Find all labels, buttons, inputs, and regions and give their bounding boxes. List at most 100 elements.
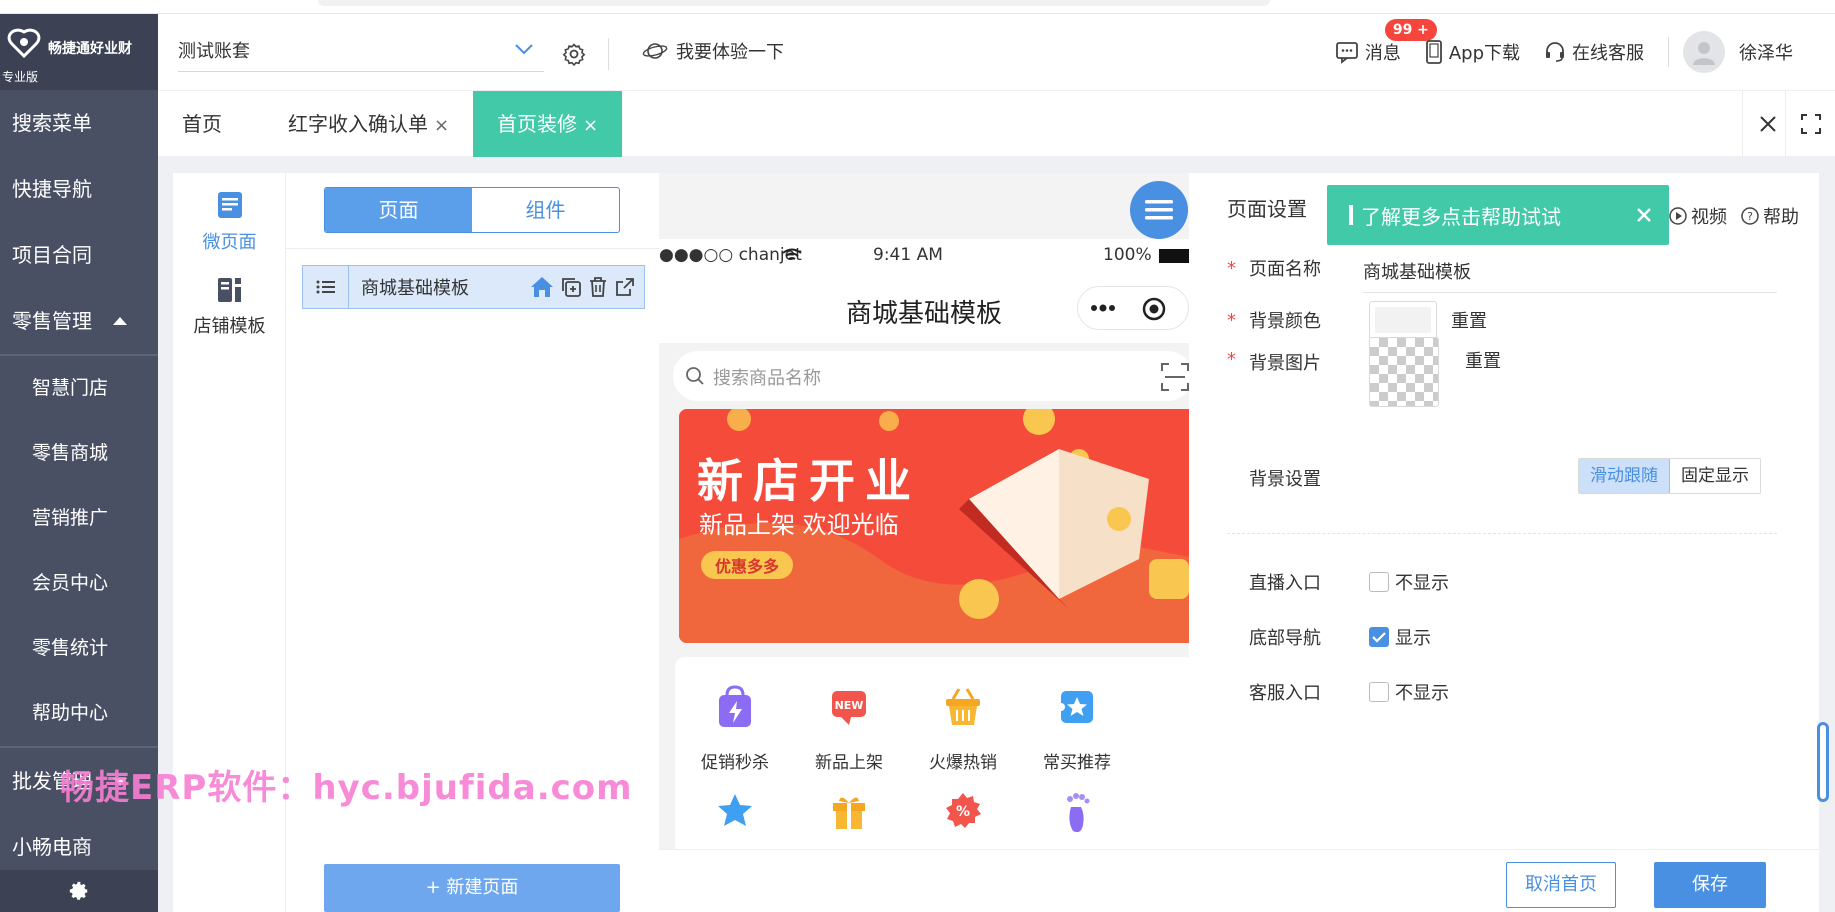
sidebar-item-label: 营销推广 <box>32 507 109 529</box>
tab-home[interactable]: 首页 <box>158 91 246 157</box>
help-links: 视频 ? 帮助 <box>1669 203 1799 229</box>
sidebar-item-search-menu[interactable]: 搜索菜单 <box>0 90 158 156</box>
mini-program-capsule[interactable] <box>1077 286 1189 330</box>
sidebar-item-smart-store[interactable]: 智慧门店 <box>0 356 158 421</box>
battery-icon <box>1159 249 1189 263</box>
icon-new-arrival[interactable]: NEW 新品上架 <box>789 685 909 773</box>
close-circle-icon <box>1142 297 1166 321</box>
fullscreen-button[interactable] <box>1785 91 1835 157</box>
app-download-link[interactable]: App下载 <box>1425 39 1520 65</box>
tab-home-decoration[interactable]: 首页装修 × <box>473 91 623 157</box>
icon-recommend[interactable]: 常买推荐 <box>1017 685 1137 773</box>
sidebar-item-help[interactable]: 帮助中心 <box>0 681 158 746</box>
address-bar <box>318 0 1270 6</box>
help-icon: ? <box>1741 207 1759 225</box>
logo[interactable]: 畅捷通好业财 专业版 <box>0 14 158 90</box>
icon-gift[interactable] <box>789 791 909 836</box>
icon-label: 促销秒杀 <box>701 753 769 773</box>
close-icon[interactable]: × <box>583 115 598 136</box>
user-name[interactable]: 徐泽华 <box>1739 39 1793 65</box>
scrollbar-thumb[interactable] <box>1817 722 1829 802</box>
save-button[interactable]: 保存 <box>1654 862 1766 908</box>
image-upload[interactable] <box>1369 337 1439 407</box>
help-toast: 了解更多点击帮助试试 <box>1327 185 1669 245</box>
icon-hot-sale[interactable]: 火爆热销 <box>903 685 1023 773</box>
type-shop-template[interactable]: 店铺模板 <box>173 277 286 338</box>
sidebar-item-label: 搜索菜单 <box>12 111 92 135</box>
tab-red-income[interactable]: 红字收入确认单 × <box>264 91 473 157</box>
cancel-home-button[interactable]: 取消首页 <box>1506 862 1616 908</box>
type-micro-page[interactable]: 微页面 <box>173 191 286 254</box>
icon-star[interactable] <box>675 791 795 836</box>
sidebar-item-retail-stats[interactable]: 零售统计 <box>0 616 158 681</box>
sidebar-item-label: 零售管理 <box>12 309 92 333</box>
home-icon[interactable] <box>530 276 554 298</box>
gear-icon[interactable] <box>562 42 586 66</box>
chevron-down-icon <box>515 44 533 55</box>
bg-follow-option[interactable]: 滑动跟随 <box>1579 459 1670 493</box>
form-label: 背景设置 <box>1249 469 1321 490</box>
page-settings-panel: 页面设置 了解更多点击帮助试试 视频 ? 帮助 * 页面名称 商城基础模板 * … <box>1189 173 1819 849</box>
divider <box>1668 37 1669 67</box>
bg-fixed-option[interactable]: 固定显示 <box>1670 459 1760 493</box>
search-bar[interactable]: 搜索商品名称 <box>673 351 1189 401</box>
live-entry-checkbox[interactable] <box>1369 572 1389 592</box>
sidebar-item-quick-nav[interactable]: 快捷导航 <box>0 156 158 222</box>
icon-flash-sale[interactable]: 促销秒杀 <box>675 685 795 773</box>
sidebar-settings-button[interactable] <box>0 870 158 912</box>
phone-icon <box>1425 40 1442 64</box>
menu-icon <box>1145 200 1173 220</box>
copy-icon[interactable] <box>560 276 582 298</box>
online-service-link[interactable]: 在线客服 <box>1544 39 1644 65</box>
banner-tag: 优惠多多 <box>701 551 794 579</box>
phone-nav-bar: 商城基础模板 <box>659 273 1189 343</box>
sidebar-item-marketing[interactable]: 营销推广 <box>0 486 158 551</box>
search-icon <box>686 367 704 385</box>
reset-color-button[interactable]: 重置 <box>1451 307 1487 333</box>
bottom-nav-checkbox[interactable] <box>1369 627 1389 647</box>
sidebar-item-retail-mall[interactable]: 零售商城 <box>0 421 158 486</box>
new-page-button[interactable]: + 新建页面 <box>324 864 620 912</box>
gear-icon <box>69 881 88 900</box>
page-name: 商城基础模板 <box>361 278 469 299</box>
service-entry-checkbox[interactable] <box>1369 682 1389 702</box>
required-mark: * <box>1227 349 1236 370</box>
seg-page[interactable]: 页面 <box>325 188 472 232</box>
brand-edition: 专业版 <box>2 70 39 84</box>
form-label: 背景图片 <box>1249 353 1321 374</box>
sidebar-item-project-contract[interactable]: 项目合同 <box>0 222 158 288</box>
scan-icon[interactable] <box>1161 363 1189 391</box>
delete-icon[interactable] <box>588 276 608 298</box>
close-icon[interactable] <box>1635 206 1653 224</box>
help-link[interactable]: ? 帮助 <box>1741 203 1799 229</box>
reset-image-button[interactable]: 重置 <box>1465 347 1501 373</box>
seg-component[interactable]: 组件 <box>472 188 619 232</box>
headset-icon <box>1546 42 1564 62</box>
list-icon <box>316 280 335 294</box>
color-swatch <box>1375 307 1431 333</box>
account-select[interactable]: 测试账套 <box>178 32 544 72</box>
video-link[interactable]: 视频 <box>1669 203 1727 229</box>
icon-footprint[interactable] <box>1017 791 1137 840</box>
color-picker[interactable] <box>1369 301 1437 339</box>
icon-discount[interactable]: % <box>903 791 1023 836</box>
star-card-icon <box>1057 691 1093 723</box>
search-placeholder: 搜索商品名称 <box>713 368 821 389</box>
messages-link[interactable]: 消息 99 + <box>1335 19 1437 65</box>
drag-handle[interactable] <box>303 266 349 308</box>
tab-label: 首页装修 <box>497 112 577 136</box>
sidebar-item-member[interactable]: 会员中心 <box>0 551 158 616</box>
sidebar-item-retail[interactable]: 零售管理 <box>0 288 158 354</box>
menu-button[interactable] <box>1130 181 1188 239</box>
page-name-input[interactable]: 商城基础模板 <box>1363 253 1777 293</box>
avatar[interactable] <box>1683 31 1725 73</box>
page-row[interactable]: 商城基础模板 <box>302 265 645 309</box>
promo-banner[interactable]: 新店开业 新品上架 欢迎光临 优惠多多 <box>679 409 1189 643</box>
tab-label: 首页 <box>182 112 222 136</box>
sidebar-item-label: 项目合同 <box>12 243 92 267</box>
wifi-icon <box>782 248 802 260</box>
watermark: 畅捷ERP软件：hyc.bjufida.com <box>60 768 633 808</box>
experience-link[interactable]: 我要体验一下 <box>642 38 784 64</box>
share-icon[interactable] <box>614 276 636 298</box>
close-icon[interactable]: × <box>434 115 449 136</box>
